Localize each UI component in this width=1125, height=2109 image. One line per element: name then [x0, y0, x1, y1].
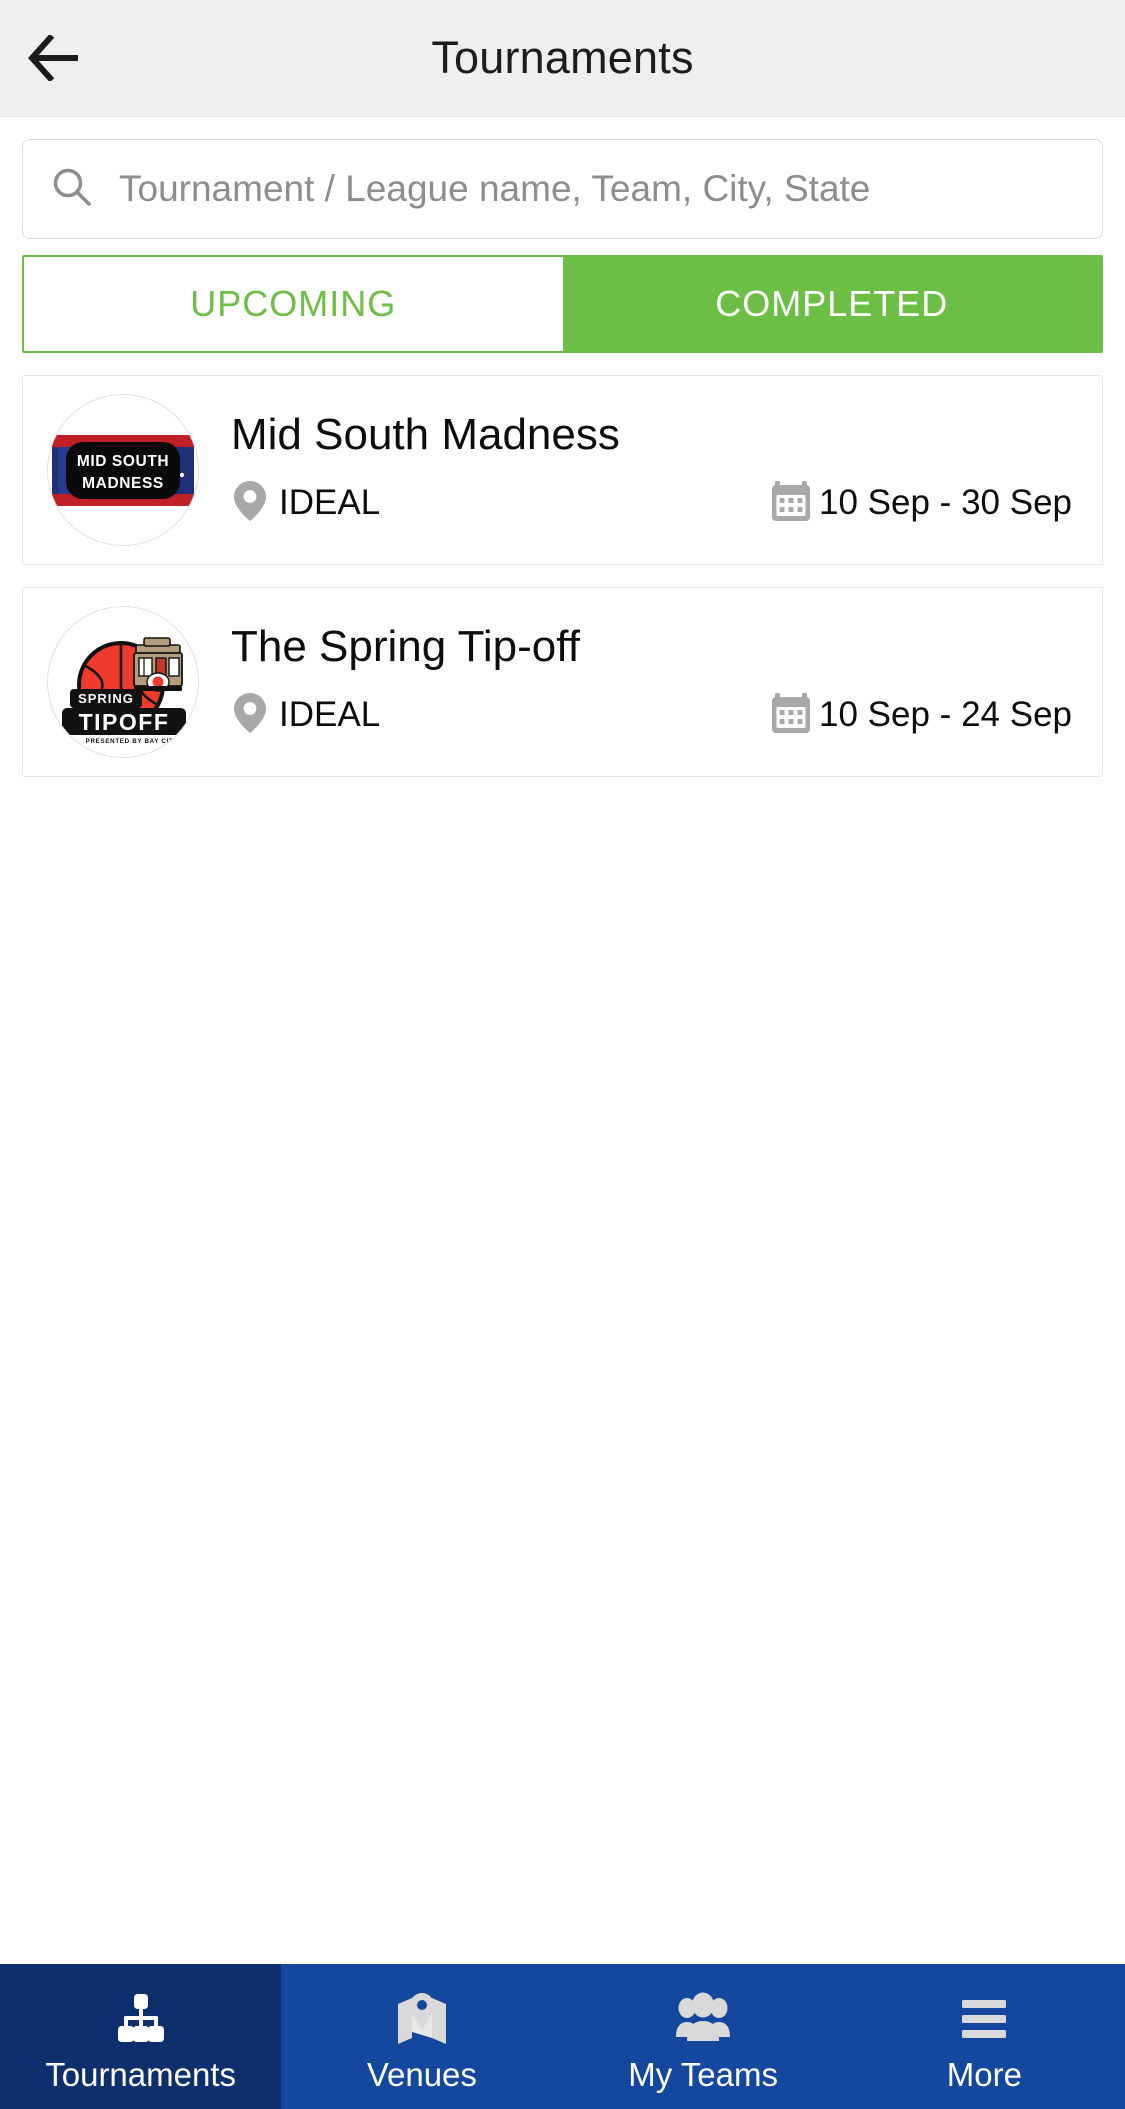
- nav-item-my-teams[interactable]: My Teams: [563, 1964, 844, 2109]
- bracket-icon: [113, 1988, 169, 2050]
- tournament-logo: SPRING TIPOFF PRESENTED BY BAY CITY: [47, 606, 199, 758]
- search-input[interactable]: Tournament / League name, Team, City, St…: [22, 139, 1103, 239]
- hamburger-icon: [956, 1988, 1012, 2050]
- svg-text:TIPOFF: TIPOFF: [79, 709, 170, 735]
- svg-text:MADNESS: MADNESS: [82, 475, 164, 492]
- search-icon: [51, 166, 93, 213]
- tournament-location: IDEAL: [231, 479, 380, 528]
- tournament-dates: 10 Sep - 24 Sep: [769, 690, 1072, 741]
- tournaments-screen: Tournaments Tournament / League name, Te…: [0, 0, 1125, 2109]
- app-bar: Tournaments: [0, 0, 1125, 117]
- nav-label-venues: Venues: [366, 2056, 477, 2093]
- map-pin-icon: [394, 1988, 450, 2050]
- location-pin-icon: [231, 691, 269, 740]
- tournament-location: IDEAL: [231, 691, 380, 740]
- nav-item-venues[interactable]: Venues: [281, 1964, 562, 2109]
- people-icon: [674, 1988, 732, 2050]
- tournament-card-body: Mid South Madness IDEAL 10 Sep - 30 Sep: [199, 394, 1102, 546]
- content-area: Tournament / League name, Team, City, St…: [0, 117, 1125, 1964]
- tournament-meta: IDEAL: [231, 690, 1072, 741]
- arrow-left-icon: [28, 35, 82, 81]
- svg-text:MID SOUTH: MID SOUTH: [77, 453, 169, 470]
- tab-completed-label: COMPLETED: [715, 283, 949, 324]
- tournament-name: The Spring Tip-off: [231, 622, 580, 672]
- back-button[interactable]: [0, 0, 110, 117]
- tab-upcoming[interactable]: UPCOMING: [24, 257, 563, 351]
- tournament-name: Mid South Madness: [231, 410, 620, 460]
- nav-label-more: More: [946, 2056, 1022, 2093]
- tournament-location-label: IDEAL: [279, 483, 381, 523]
- nav-item-tournaments[interactable]: Tournaments: [0, 1964, 282, 2109]
- tournament-card-body: The Spring Tip-off IDEAL 10 Sep - 24 Sep: [199, 606, 1102, 758]
- tournament-dates-label: 10 Sep - 24 Sep: [819, 695, 1072, 735]
- tournament-card[interactable]: SPRING TIPOFF PRESENTED BY BAY CITY The …: [22, 587, 1103, 777]
- location-pin-icon: [231, 479, 269, 528]
- nav-label-tournaments: Tournaments: [45, 2056, 236, 2093]
- mid-south-madness-logo-icon: MID SOUTH MADNESS: [48, 395, 198, 545]
- calendar-icon: [769, 690, 813, 741]
- tournament-meta: IDEAL: [231, 478, 1072, 529]
- bottom-navigation: Tournaments Venues My Teams More: [0, 1964, 1125, 2109]
- svg-text:PRESENTED BY BAY CITY: PRESENTED BY BAY CITY: [86, 738, 179, 745]
- page-title: Tournaments: [431, 32, 694, 83]
- tournament-logo: MID SOUTH MADNESS: [47, 394, 199, 546]
- tournament-status-tabs: UPCOMING COMPLETED: [22, 255, 1103, 353]
- svg-text:SPRING: SPRING: [78, 691, 134, 706]
- tournament-dates-label: 10 Sep - 30 Sep: [819, 483, 1072, 523]
- tournament-card[interactable]: MID SOUTH MADNESS Mid South Madness IDEA…: [22, 375, 1103, 565]
- spring-tipoff-logo-icon: SPRING TIPOFF PRESENTED BY BAY CITY: [48, 607, 198, 757]
- tab-upcoming-label: UPCOMING: [190, 283, 397, 324]
- tournament-location-label: IDEAL: [279, 695, 381, 735]
- tab-completed[interactable]: COMPLETED: [562, 257, 1101, 351]
- nav-label-my-teams: My Teams: [628, 2056, 778, 2093]
- nav-item-more[interactable]: More: [844, 1964, 1125, 2109]
- search-placeholder: Tournament / League name, Team, City, St…: [119, 168, 871, 209]
- calendar-icon: [769, 478, 813, 529]
- tournament-dates: 10 Sep - 30 Sep: [769, 478, 1072, 529]
